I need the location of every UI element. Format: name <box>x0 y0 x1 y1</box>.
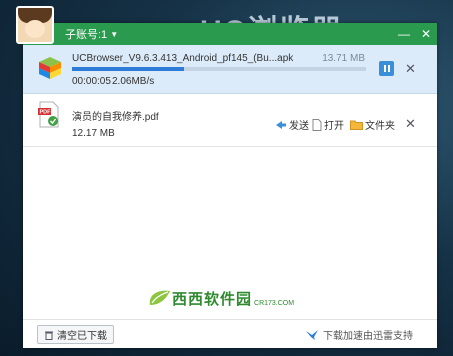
completed-file-name: 演员的自我修养.pdf <box>72 112 159 123</box>
remove-download-button[interactable]: ✕ <box>405 62 416 75</box>
pdf-file-icon: PDF <box>38 101 59 128</box>
thunder-acceleration-link[interactable]: 下载加速由迅雷支持 <box>305 327 413 342</box>
thunder-bird-icon <box>306 329 318 340</box>
remove-completed-button[interactable]: ✕ <box>405 117 416 130</box>
clear-downloaded-label: 清空已下载 <box>57 331 107 342</box>
folder-label: 文件夹 <box>365 121 395 132</box>
chevron-down-icon: ▼ <box>110 29 119 39</box>
pause-icon <box>383 65 386 72</box>
close-icon: ✕ <box>420 27 432 41</box>
pause-button[interactable] <box>379 61 394 76</box>
close-icon: ✕ <box>405 61 416 76</box>
svg-text:PDF: PDF <box>40 110 52 116</box>
account-switcher[interactable]: 子账号:1 ▼ <box>65 26 118 42</box>
trash-icon <box>45 331 53 340</box>
apk-package-icon <box>39 57 61 79</box>
close-icon: ✕ <box>405 116 416 131</box>
time-remaining: 00:00:05 <box>72 76 111 87</box>
send-icon <box>276 120 286 129</box>
download-progress-bar <box>72 67 366 71</box>
send-label: 发送 <box>289 121 309 132</box>
download-file-size: 13.71 MB <box>322 53 365 64</box>
folder-icon <box>350 120 363 130</box>
document-icon <box>312 118 322 131</box>
watermark-subtext: CR173.COM <box>254 299 295 307</box>
watermark-text: 西西软件园 <box>172 290 253 308</box>
account-label: 子账号:1 <box>65 29 108 41</box>
download-item-completed[interactable]: PDF 演员的自我修养.pdf 12.17 MB 发送 打开 文件夹 ✕ <box>23 94 437 147</box>
minimize-button[interactable]: — <box>393 23 415 45</box>
download-progress-fill <box>72 67 184 71</box>
send-button[interactable]: 发送 <box>275 117 309 132</box>
title-bar: 子账号:1 ▼ — ✕ <box>23 23 437 45</box>
user-avatar[interactable] <box>16 6 54 44</box>
watermark-leaf-icon <box>149 290 170 305</box>
watermark-logo: 西西软件园 CR173.COM <box>146 287 294 309</box>
thunder-acceleration-label: 下载加速由迅雷支持 <box>323 331 413 342</box>
completed-file-size: 12.17 MB <box>72 128 115 139</box>
close-window-button[interactable]: ✕ <box>415 23 437 45</box>
minimize-icon: — <box>398 27 410 41</box>
clear-downloaded-button[interactable]: 清空已下载 <box>37 325 114 344</box>
footer-bar: 清空已下载 下载加速由迅雷支持 <box>23 319 437 348</box>
open-folder-button[interactable]: 文件夹 <box>350 117 395 132</box>
open-button[interactable]: 打开 <box>312 117 344 132</box>
download-speed: 2.06MB/s <box>112 76 155 87</box>
download-item-active[interactable]: UCBrowser_V9.6.3.413_Android_pf145_(Bu..… <box>23 45 437 94</box>
open-label: 打开 <box>324 121 344 132</box>
download-file-name: UCBrowser_V9.6.3.413_Android_pf145_(Bu..… <box>72 53 294 64</box>
